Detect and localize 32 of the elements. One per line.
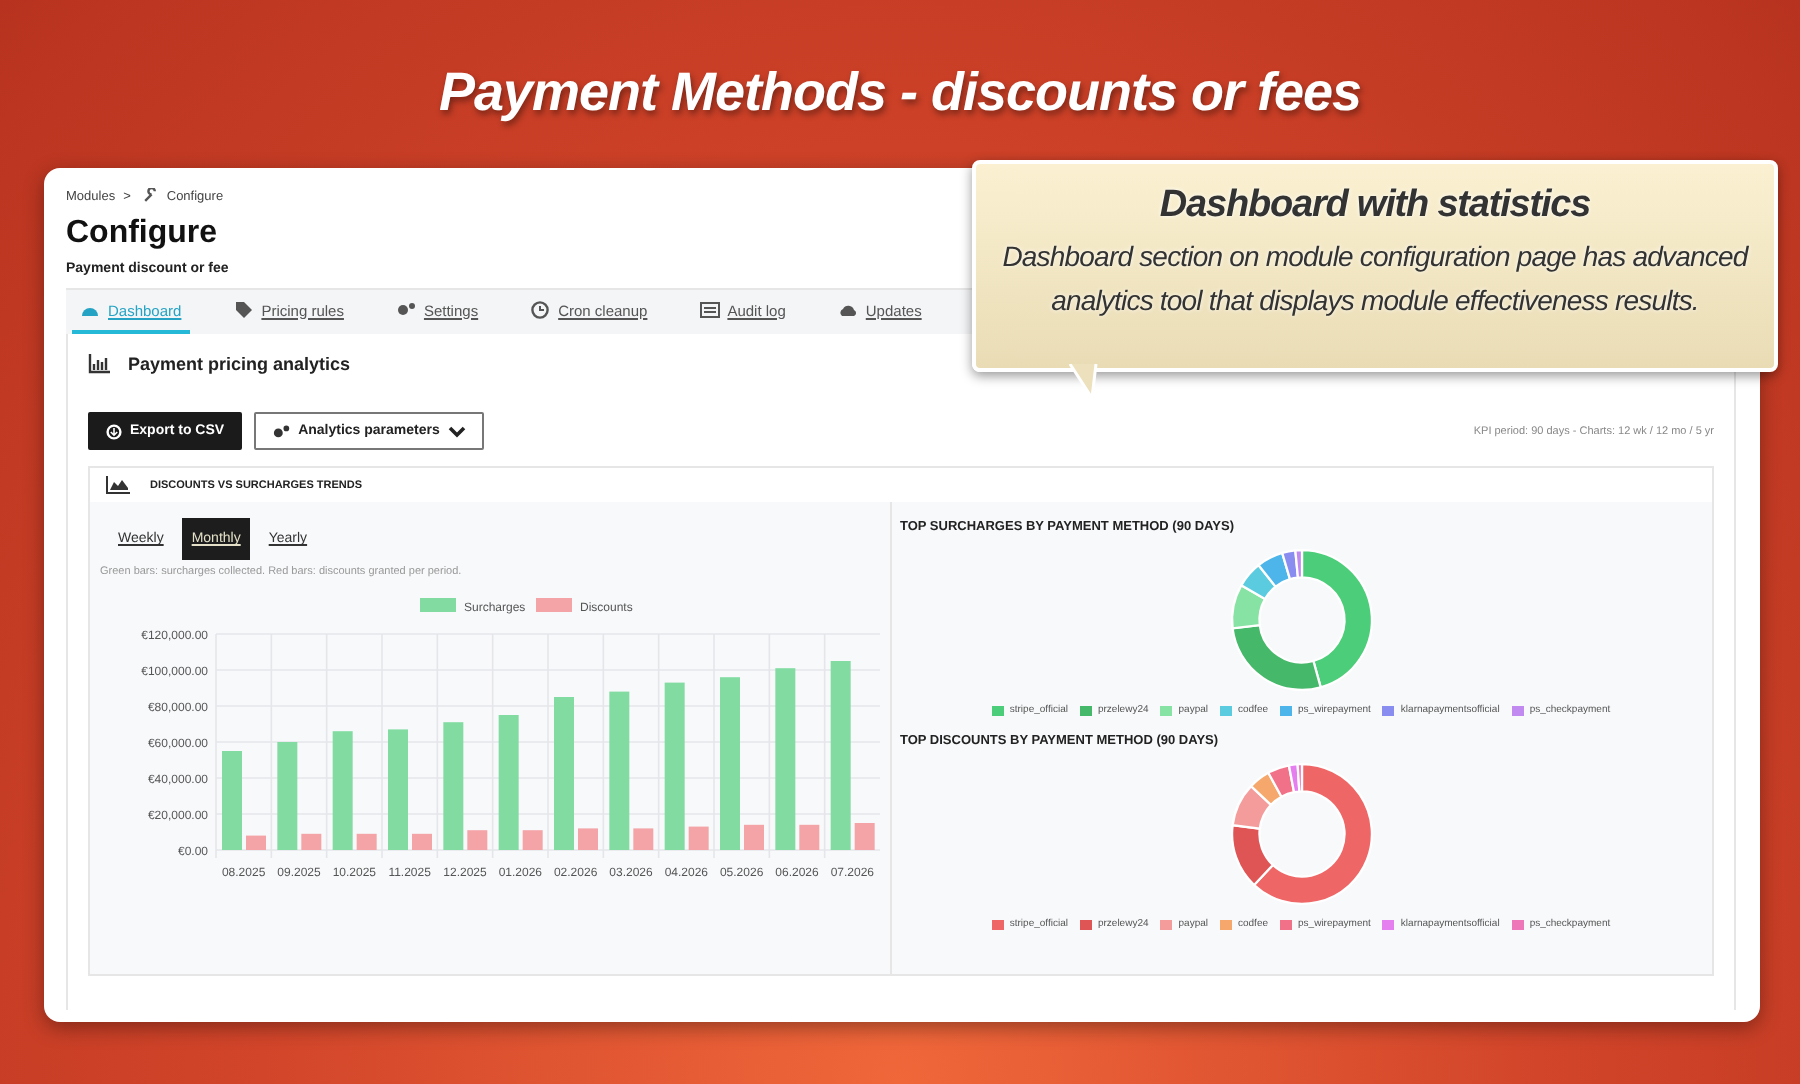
list-icon — [699, 300, 720, 320]
area-chart-icon — [106, 476, 130, 494]
bar — [578, 828, 598, 850]
bar — [799, 824, 820, 850]
chevron-down-icon — [447, 425, 466, 437]
bar — [412, 833, 432, 850]
bar — [356, 833, 377, 850]
bar — [498, 715, 519, 850]
bar — [388, 729, 408, 850]
bar — [522, 830, 543, 850]
panel-title: Payment pricing analytics — [128, 354, 351, 374]
cloud-icon — [837, 300, 858, 320]
bar — [633, 828, 654, 850]
clock-icon — [530, 300, 551, 320]
bar — [301, 833, 322, 850]
headline: Payment Methods - discounts or fees — [436, 60, 1364, 126]
wrench-icon — [142, 188, 159, 204]
callout-text: Dashboard section on module configuration page has advanced analytics tool that displays module effectiveness results. — [1000, 238, 1751, 320]
bar — [246, 835, 266, 850]
bar — [332, 731, 353, 850]
download-icon — [106, 423, 122, 439]
bar — [467, 830, 488, 850]
bar — [744, 824, 764, 850]
page-title: Configure — [66, 216, 220, 252]
bar — [854, 823, 875, 850]
bar — [222, 751, 242, 850]
tag-icon — [233, 300, 254, 320]
bar — [277, 742, 298, 850]
bar — [443, 722, 464, 850]
bar-chart-icon — [88, 354, 110, 374]
bar — [688, 826, 709, 850]
callout-title: Dashboard with statistics — [1157, 184, 1593, 228]
